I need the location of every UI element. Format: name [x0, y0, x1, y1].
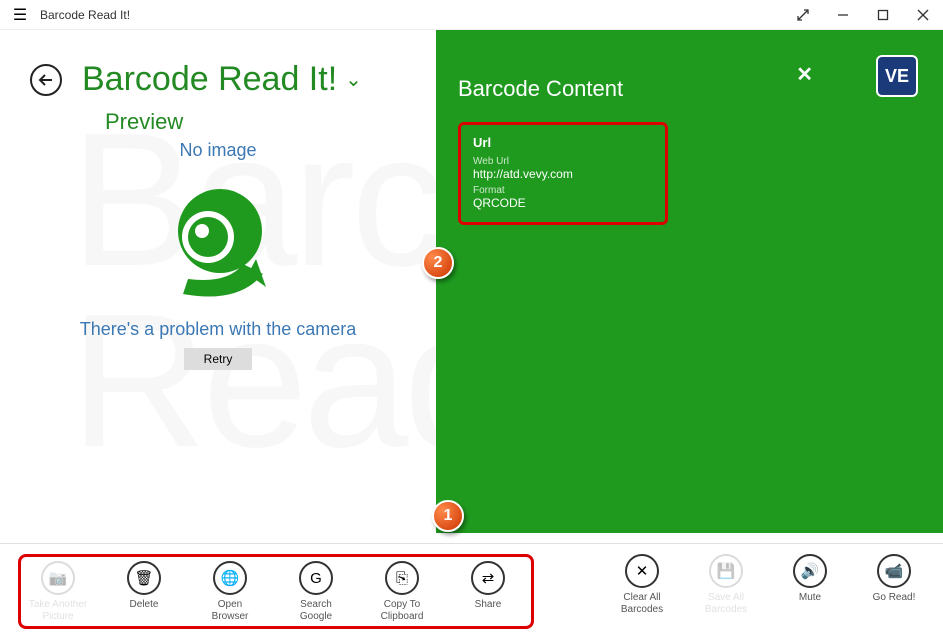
retry-button[interactable]: Retry: [184, 348, 253, 370]
preview-title: Preview: [105, 109, 436, 135]
go-read-button[interactable]: 📹 Go Read!: [863, 554, 925, 615]
close-icon[interactable]: [903, 0, 943, 30]
take-picture-button: 📷 Take Another Picture: [27, 561, 89, 622]
window-controls: [783, 0, 943, 30]
url-info-box: Url Web Url http://atd.vevy.com Format Q…: [458, 122, 668, 225]
share-icon: ⇄: [471, 561, 505, 595]
mute-label: Mute: [779, 592, 841, 604]
go-read-label: Go Read!: [863, 592, 925, 604]
preview-area: No image There's a problem with the came…: [0, 140, 436, 370]
open-browser-button[interactable]: 🌐 Open Browser: [199, 561, 261, 622]
delete-label: Delete: [113, 599, 175, 611]
mute-icon: 🔊: [793, 554, 827, 588]
mute-button[interactable]: 🔊 Mute: [779, 554, 841, 615]
format-label: Format: [473, 185, 653, 196]
barcode-content-panel: ✕ VE Barcode Content Url Web Url http://…: [436, 30, 943, 533]
url-heading: Url: [473, 135, 653, 150]
copy-clipboard-button[interactable]: ⎘ Copy To Clipboard: [371, 561, 433, 622]
web-url-label: Web Url: [473, 156, 653, 167]
clear-all-icon: ✕: [625, 554, 659, 588]
page-header: Barcode Read It! ⌄: [30, 60, 436, 99]
save-all-button: 💾 Save All Barcodes: [695, 554, 757, 615]
share-button[interactable]: ⇄ Share: [457, 561, 519, 622]
page-title: Barcode Read It!: [82, 60, 337, 99]
annotation-marker-2: 2: [422, 247, 454, 279]
window-title: Barcode Read It!: [40, 8, 783, 22]
share-label: Share: [457, 599, 519, 611]
maximize-icon[interactable]: [863, 0, 903, 30]
left-panel: Barcode Read It! ⌄ Preview No image Ther…: [0, 30, 436, 533]
titlebar: ☰ Barcode Read It!: [0, 0, 943, 30]
no-image-text: No image: [0, 140, 436, 161]
content-area: BarcodeRead It! Barcode Read It! ⌄ Previ…: [0, 30, 943, 533]
toolbar-right-group: ✕ Clear All Barcodes 💾 Save All Barcodes 🔊 Mu…: [611, 554, 925, 615]
minimize-icon[interactable]: [823, 0, 863, 30]
delete-icon: 🗑: [127, 561, 161, 595]
go-read-icon: 📹: [877, 554, 911, 588]
toolbar-left-group: 📷 Take Another Picture 🗑 Delete 🌐 Open Browse…: [18, 554, 534, 629]
take-picture-label: Take Another Picture: [27, 599, 89, 622]
back-button[interactable]: [30, 64, 62, 96]
camera-problem-text: There's a problem with the camera: [0, 319, 436, 340]
bottom-toolbar: 📷 Take Another Picture 🗑 Delete 🌐 Open Browse…: [0, 543, 943, 633]
delete-button[interactable]: 🗑 Delete: [113, 561, 175, 622]
ve-logo: VE: [876, 55, 918, 97]
web-url-value: http://atd.vevy.com: [473, 167, 653, 181]
clear-all-label: Clear All Barcodes: [611, 592, 673, 615]
hamburger-icon[interactable]: ☰: [0, 5, 40, 25]
open-browser-label: Open Browser: [199, 599, 261, 622]
copy-clipboard-icon: ⎘: [385, 561, 419, 595]
search-google-icon: G: [299, 561, 333, 595]
camera-placeholder-icon: [148, 169, 288, 309]
clear-all-button[interactable]: ✕ Clear All Barcodes: [611, 554, 673, 615]
open-browser-icon: 🌐: [213, 561, 247, 595]
save-all-label: Save All Barcodes: [695, 592, 757, 615]
close-panel-icon[interactable]: ✕: [796, 62, 813, 87]
search-google-label: Search Google: [285, 599, 347, 622]
take-picture-icon: 📷: [41, 561, 75, 595]
save-all-icon: 💾: [709, 554, 743, 588]
diagonal-resize-icon[interactable]: [783, 0, 823, 30]
format-value: QRCODE: [473, 196, 653, 210]
search-google-button[interactable]: G Search Google: [285, 561, 347, 622]
chevron-down-icon[interactable]: ⌄: [345, 67, 362, 92]
annotation-marker-1: 1: [432, 500, 464, 532]
panel-title: Barcode Content: [458, 76, 943, 102]
copy-clipboard-label: Copy To Clipboard: [371, 599, 433, 622]
